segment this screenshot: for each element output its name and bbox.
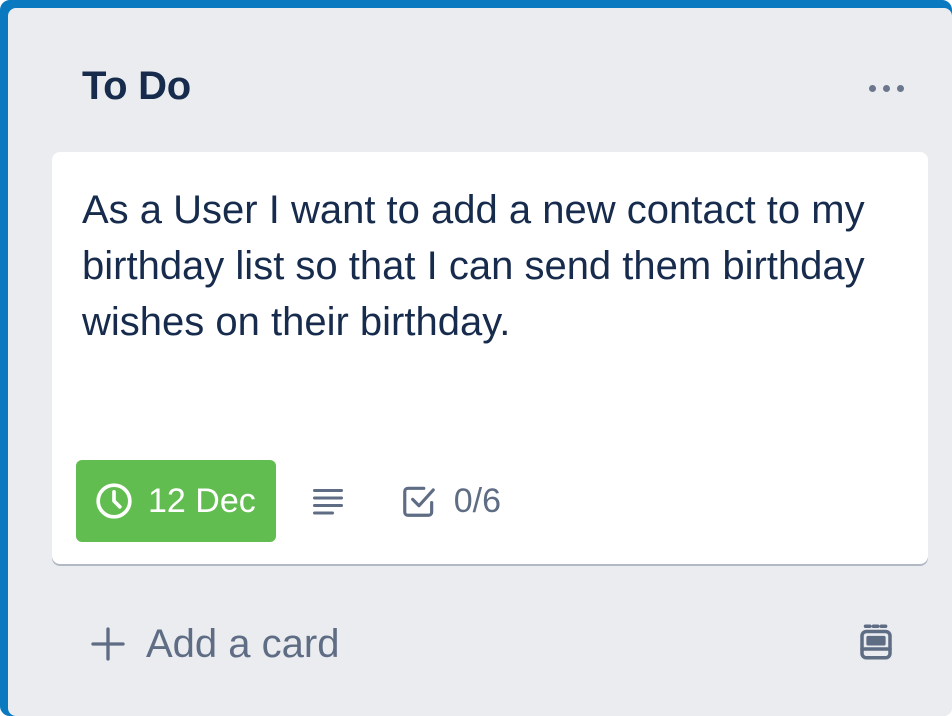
add-card-button[interactable]: Add a card [88, 616, 339, 672]
plus-icon [91, 627, 125, 661]
card-badges: 12 Dec 0/6 [76, 460, 501, 542]
checklist-badge: 0/6 [400, 482, 501, 521]
due-date-badge[interactable]: 12 Dec [76, 460, 276, 542]
description-icon [308, 481, 348, 521]
list-title[interactable]: To Do [82, 64, 191, 109]
ellipsis-icon [865, 84, 907, 92]
create-from-template-button[interactable] [848, 614, 904, 670]
checkbox-icon [402, 486, 435, 517]
card-template-icon [860, 624, 892, 660]
list-to-do: To Do As a User I want to add a new cont… [8, 8, 952, 716]
checklist-count: 0/6 [453, 481, 501, 520]
due-date-label: 12 Dec [148, 481, 256, 520]
add-card-label: Add a card [146, 621, 340, 666]
board-frame: To Do As a User I want to add a new cont… [0, 0, 952, 716]
list-menu-button[interactable] [850, 64, 922, 112]
clock-icon [96, 483, 132, 519]
list-header: To Do [8, 8, 952, 156]
card[interactable]: As a User I want to add a new contact to… [52, 152, 928, 564]
card-title: As a User I want to add a new contact to… [82, 188, 865, 344]
